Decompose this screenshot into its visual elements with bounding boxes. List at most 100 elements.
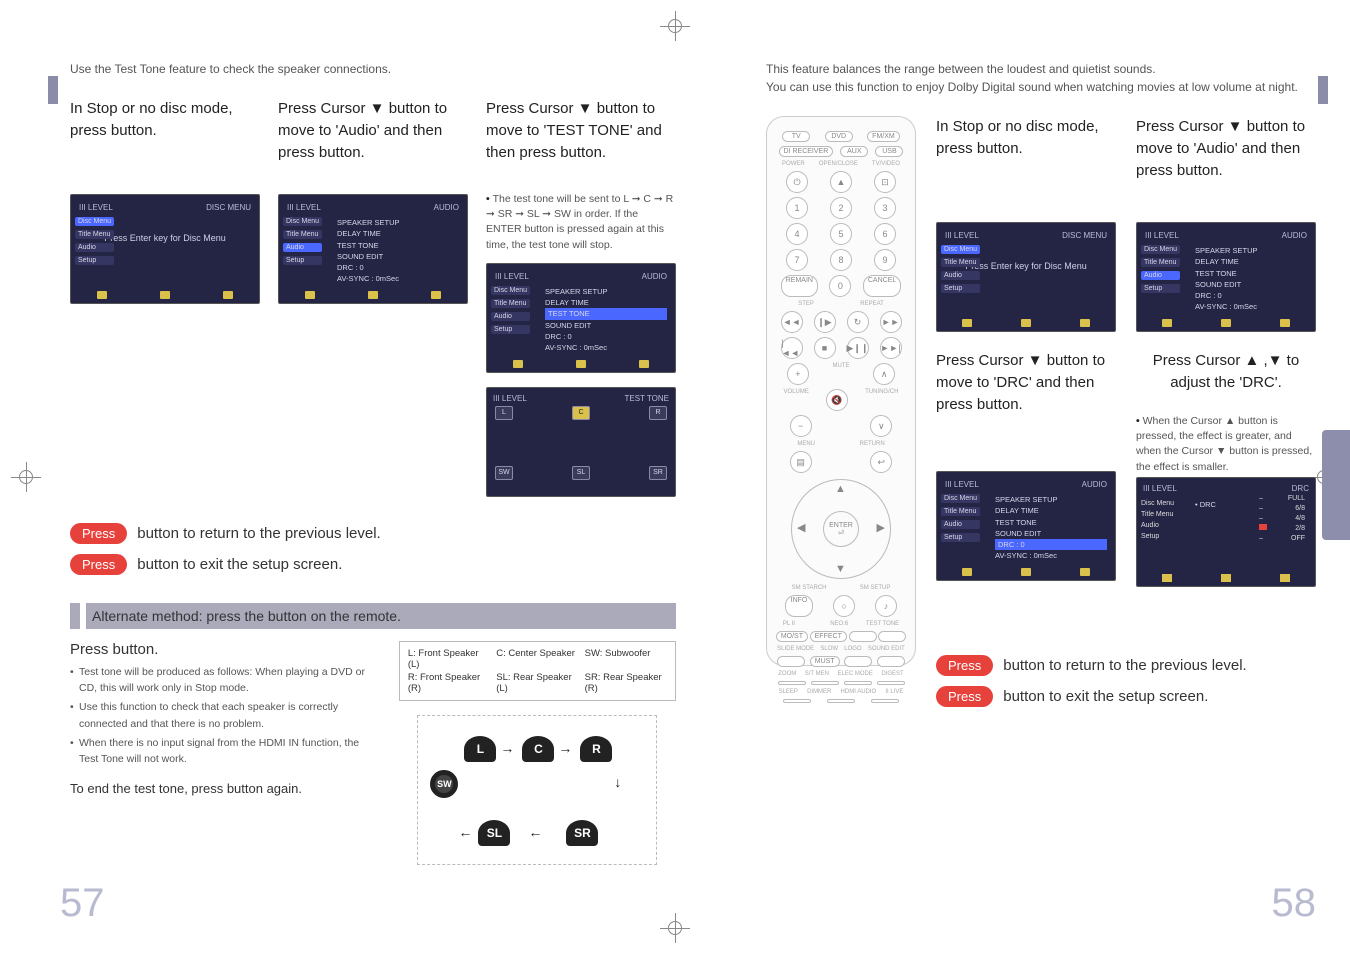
right-step3-text: Press Cursor ▼ button to move to 'DRC' a…	[936, 350, 1116, 465]
osd-hdr-l: III LEVEL	[1143, 484, 1177, 493]
remote-btn: INFO	[785, 595, 813, 617]
spk-SW-icon: SW	[495, 466, 513, 480]
action-return-text: button to return to the previous level.	[1003, 657, 1246, 674]
remote-btn	[878, 631, 906, 642]
alt-bullet: Use this function to check that each spe…	[70, 699, 375, 732]
remote-btn	[871, 699, 899, 703]
osd-tab: Disc Menu	[75, 217, 114, 226]
osd-tab: Setup	[941, 533, 980, 542]
next-icon: ►►|	[880, 337, 902, 359]
osd-hdr-l: III LEVEL	[945, 231, 979, 240]
arrow-down-icon: ▼	[835, 563, 846, 575]
osd-item: DRC : 0	[337, 262, 459, 273]
remote-label: RETURN	[860, 441, 885, 447]
osd-tab: Title Menu	[941, 258, 980, 267]
press-pill: Press	[70, 554, 127, 575]
drc-slider: –FULL –6/8 –4/8 2/8 –OFF	[1259, 494, 1305, 572]
remote-btn-icon: ○	[833, 595, 855, 617]
osd-tab: Disc Menu	[941, 494, 980, 503]
action-exit: Press button to exit the setup screen.	[70, 554, 676, 575]
action-return: Press button to return to the previous l…	[936, 655, 1316, 676]
osd-hdr-l: III LEVEL	[495, 272, 529, 281]
osd-hdr-l: III LEVEL	[493, 394, 527, 403]
right-intro-1: This feature balances the range between …	[766, 62, 1156, 76]
osd-item: SOUND EDIT	[545, 320, 667, 331]
spk-C: C	[522, 736, 554, 762]
osd-tab: Audio	[75, 243, 114, 252]
arrow-icon: ↓	[614, 774, 621, 790]
enter-label: ENTER	[829, 522, 853, 529]
remote-btn	[778, 681, 806, 685]
arrow-left-icon: ◀	[797, 521, 805, 534]
right-step2-text: Press Cursor ▼ button to move to 'Audio'…	[1136, 116, 1316, 216]
dpad: ▲ ◀ ▶ ▼ ENTER⏎	[791, 479, 891, 579]
remote-btn	[849, 631, 877, 642]
left-actions: Press button to return to the previous l…	[70, 523, 676, 575]
right-content: TVDVDFM/XM DI RECEIVERAUXUSB POWEROPEN/C…	[766, 116, 1316, 717]
rewind-icon: ◄◄	[781, 311, 803, 333]
left-step-2: Press Cursor ▼ button to move to 'Audio'…	[278, 98, 468, 497]
right-step-1: In Stop or no disc mode, press button. I…	[936, 116, 1116, 332]
right-actions: Press button to return to the previous l…	[936, 645, 1316, 717]
return-icon: ↩	[870, 451, 892, 473]
remote-label: II LIVE	[885, 689, 903, 695]
remote-label: TEST TONE	[866, 621, 899, 627]
remote-btn: TV	[782, 131, 810, 142]
spk-L-icon: L	[495, 406, 513, 420]
speaker-legend: L: Front Speaker (L) C: Center Speaker S…	[399, 641, 676, 701]
osd-item: DRC : 0	[995, 539, 1107, 550]
remote-btn: AUX	[840, 146, 868, 157]
remote-btn	[877, 681, 905, 685]
right-step-4: Press Cursor ▲ ,▼ to adjust the 'DRC'. •…	[1136, 350, 1316, 587]
osd-tab: Title Menu	[283, 230, 322, 239]
osd-hdr-r: DISC MENU	[1062, 231, 1107, 240]
action-return: Press button to return to the previous l…	[70, 523, 676, 544]
osd-item: SPEAKER SETUP	[1195, 245, 1307, 256]
remote-label: SLIDE MODE	[777, 646, 814, 652]
osd-audio-menu: III LEVELAUDIO Disc Menu Title Menu Audi…	[1136, 222, 1316, 332]
remote-label: HDMI AUDIO	[841, 689, 877, 695]
drc-note: • When the Cursor ▲ button is pressed, t…	[1136, 414, 1316, 475]
osd-hdr-l: III LEVEL	[287, 203, 321, 212]
spk-SL-icon: SL	[572, 466, 590, 480]
action-exit-text: button to exit the setup screen.	[137, 556, 342, 573]
remote-label: DIGEST	[881, 671, 903, 677]
remote-control: TVDVDFM/XM DI RECEIVERAUXUSB POWEROPEN/C…	[766, 116, 916, 666]
spk-SW: SW	[430, 770, 458, 798]
osd-item: AV-SYNC : 0mSec	[545, 342, 667, 353]
action-exit-text: button to exit the setup screen.	[1003, 688, 1208, 705]
right-intro: This feature balances the range between …	[766, 60, 1316, 96]
osd-item: AV-SYNC : 0mSec	[995, 550, 1107, 561]
remote-num: 8	[830, 249, 852, 271]
osd-item: DELAY TIME	[1195, 256, 1307, 267]
legend-R: R: Front Speaker (R)	[408, 672, 490, 694]
spk-L: L	[464, 736, 496, 762]
enter-button: ENTER⏎	[823, 511, 859, 547]
osd-tab: Setup	[941, 284, 980, 293]
spread: Use the Test Tone feature to check the s…	[0, 0, 1350, 954]
legend-L: L: Front Speaker (L)	[408, 648, 490, 670]
remote-label: PL II	[783, 621, 795, 627]
osd-tab: Disc Menu	[1141, 245, 1180, 254]
osd-tab: Audio	[491, 312, 530, 321]
arrow-icon: →	[500, 740, 514, 756]
osd-item: SPEAKER SETUP	[337, 217, 459, 228]
remote-btn-icon: ♪	[875, 595, 897, 617]
alt-press-heading: Press button.	[70, 641, 375, 658]
remote-num: 0	[829, 275, 851, 297]
osd-item: SOUND EDIT	[1195, 279, 1307, 290]
osd-hdr-r: AUDIO	[434, 203, 459, 212]
remote-btn: MO/ST	[776, 631, 808, 642]
osd-hdr-r: AUDIO	[642, 272, 667, 281]
osd-tab: Disc Menu	[283, 217, 322, 226]
remote-label: ZOOM	[778, 671, 796, 677]
osd-item: TEST TONE	[1195, 268, 1307, 279]
remote-label: POWER	[782, 161, 805, 167]
alt-end: To end the test tone, press button again…	[70, 779, 375, 799]
remote-btn	[827, 699, 855, 703]
osd-item: SOUND EDIT	[337, 251, 459, 262]
osd-tab: Disc Menu	[941, 245, 980, 254]
remote-label: ELEC MODE	[838, 671, 873, 677]
remote-num: 6	[874, 223, 896, 245]
remote-label: DIMMER	[807, 689, 831, 695]
